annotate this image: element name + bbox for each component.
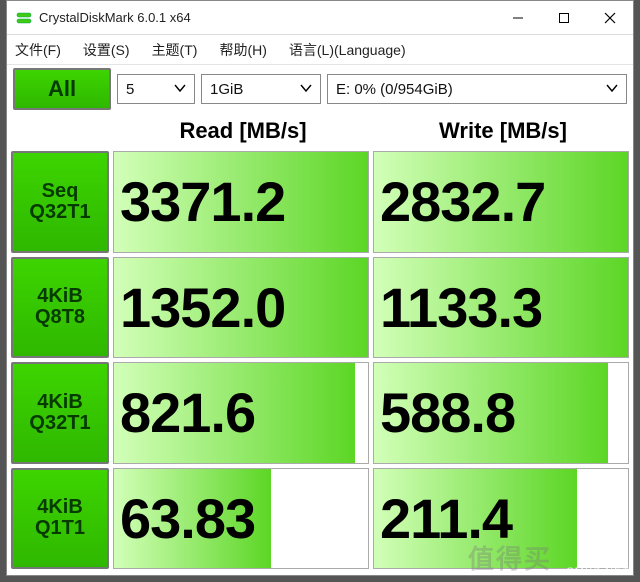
chevron-down-icon [170,81,190,98]
app-window: CrystalDiskMark 6.0.1 x64 文件(F) 设置(S) 主题… [6,0,634,576]
menu-file[interactable]: 文件(F) [15,40,61,60]
read-value: 63.83 [114,469,368,569]
test-sublabel: Q8T8 [35,307,85,328]
menu-help[interactable]: 帮助(H) [219,40,266,60]
read-value: 3371.2 [114,152,368,252]
read-cell: 63.83 [113,468,369,570]
chevron-down-icon [602,81,622,98]
chevron-down-icon [296,81,316,98]
header-read: Read [MB/s] [113,113,373,149]
read-value: 821.6 [114,363,368,463]
test-label: 4KiB [37,286,83,307]
menu-language[interactable]: 语言(L)(Language) [289,40,406,60]
test-size-select[interactable]: 1GiB [201,74,321,104]
drive-value: E: 0% (0/954GiB) [336,81,602,98]
write-value: 588.8 [374,363,628,463]
maximize-button[interactable] [541,1,587,35]
read-cell: 821.6 [113,362,369,464]
column-headers: Read [MB/s] Write [MB/s] [7,113,633,149]
toolbar: All 5 1GiB E: 0% (0/954GiB) [7,65,633,113]
write-value: 1133.3 [374,258,628,358]
runs-select[interactable]: 5 [117,74,195,104]
read-cell: 1352.0 [113,257,369,359]
app-icon [15,9,33,27]
size-value: 1GiB [210,81,296,98]
test-sublabel: Q32T1 [29,202,90,223]
menubar: 文件(F) 设置(S) 主题(T) 帮助(H) 语言(L)(Language) [7,35,633,65]
test-sublabel: Q1T1 [35,518,85,539]
read-value: 1352.0 [114,258,368,358]
write-value: 2832.7 [374,152,628,252]
menu-settings[interactable]: 设置(S) [83,40,130,60]
test-label: 4KiB [37,392,83,413]
minimize-button[interactable] [495,1,541,35]
drive-select[interactable]: E: 0% (0/954GiB) [327,74,627,104]
write-cell: 2832.7 [373,151,629,253]
table-row: 4KiB Q8T8 1352.0 1133.3 [11,255,629,361]
menu-theme[interactable]: 主题(T) [152,40,198,60]
write-cell: 211.4 [373,468,629,570]
results-grid: Seq Q32T1 3371.2 2832.7 4KiB Q8T8 1352.0 [7,149,633,575]
table-row: Seq Q32T1 3371.2 2832.7 [11,149,629,255]
test-4k-q32t1-button[interactable]: 4KiB Q32T1 [11,362,109,464]
test-4k-q1t1-button[interactable]: 4KiB Q1T1 [11,468,109,570]
table-row: 4KiB Q32T1 821.6 588.8 [11,360,629,466]
read-cell: 3371.2 [113,151,369,253]
header-write: Write [MB/s] [373,113,633,149]
test-4k-q8t8-button[interactable]: 4KiB Q8T8 [11,257,109,359]
table-row: 4KiB Q1T1 63.83 211.4 [11,466,629,572]
write-cell: 588.8 [373,362,629,464]
test-label: Seq [42,181,79,202]
runs-value: 5 [126,81,170,98]
test-label: 4KiB [37,497,83,518]
header-spacer [7,113,113,149]
titlebar: CrystalDiskMark 6.0.1 x64 [7,1,633,35]
window-title: CrystalDiskMark 6.0.1 x64 [39,10,495,25]
test-sublabel: Q32T1 [29,413,90,434]
write-value: 211.4 [374,469,628,569]
close-button[interactable] [587,1,633,35]
run-all-button[interactable]: All [13,68,111,110]
write-cell: 1133.3 [373,257,629,359]
test-seq-q32t1-button[interactable]: Seq Q32T1 [11,151,109,253]
